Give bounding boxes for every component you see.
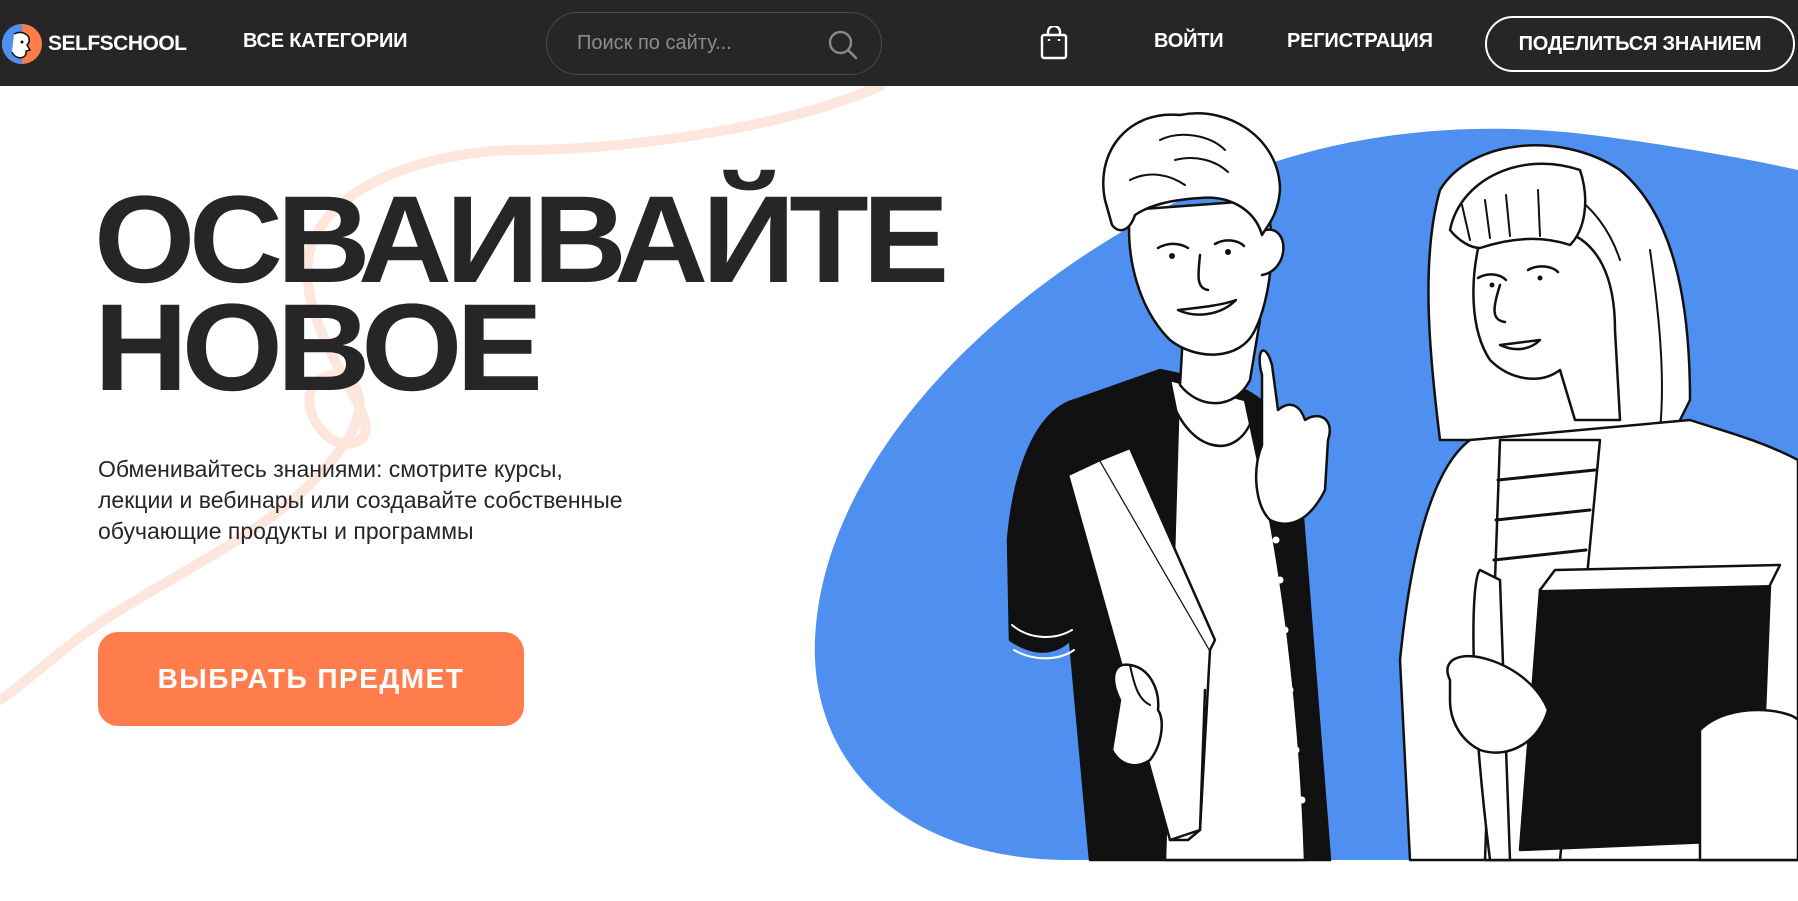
register-link[interactable]: РЕГИСТРАЦИЯ [1287,30,1433,53]
logo-text: SELFSCHOOL [48,32,187,55]
page: SELFSCHOOL ВСЕ КАТЕГОРИИ ВОЙТИ РЕГИСТРАЦ… [0,0,1798,901]
search-icon[interactable] [827,29,859,61]
search-box [546,12,882,75]
all-categories-link[interactable]: ВСЕ КАТЕГОРИИ [243,30,408,53]
shopping-bag-icon[interactable] [1040,26,1068,60]
woman-figure [1398,144,1798,862]
students-illustration [1006,112,1798,862]
search-input[interactable] [577,13,827,74]
share-knowledge-button[interactable]: ПОДЕЛИТЬСЯ ЗНАНИЕМ [1485,16,1795,72]
logo-link[interactable]: SELFSCHOOL [0,22,187,66]
man-figure [1006,112,1332,862]
top-navigation-bar: SELFSCHOOL ВСЕ КАТЕГОРИИ ВОЙТИ РЕГИСТРАЦ… [0,0,1798,86]
login-link[interactable]: ВОЙТИ [1154,30,1224,53]
logo-mark-icon [2,24,42,64]
